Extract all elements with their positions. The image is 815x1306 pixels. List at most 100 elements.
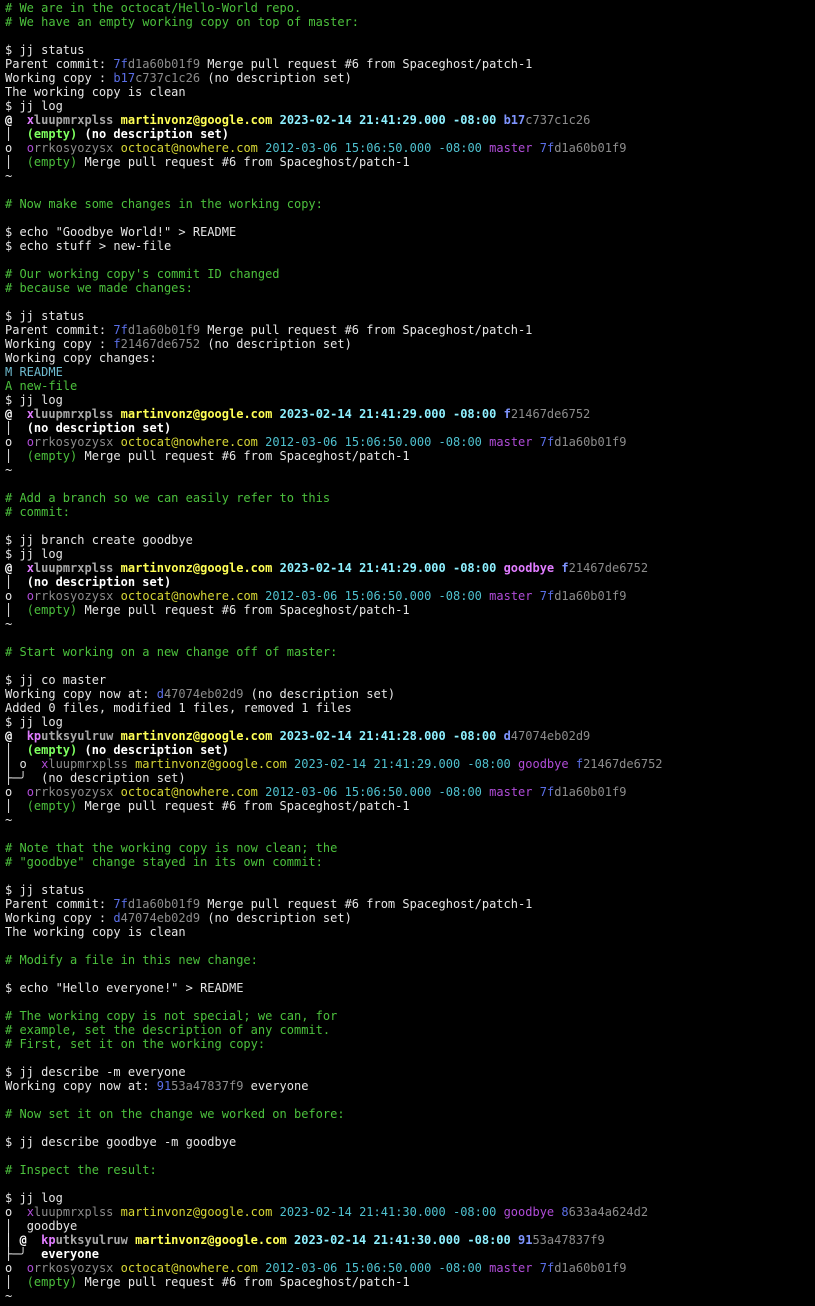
text-segment: $ jj status — [5, 43, 85, 57]
text-segment: # We are in the octocat/Hello-World repo… — [5, 1, 302, 15]
text-segment: o — [5, 1205, 27, 1219]
text-segment: $ echo stuff > new-file — [5, 239, 172, 253]
text-segment: $ jj status — [5, 883, 85, 897]
text-segment: ├─╯ — [5, 771, 42, 785]
text-segment — [533, 435, 540, 449]
text-segment: 21467de6752 — [120, 337, 201, 351]
terminal-line: ├─╯ (no description set) — [5, 771, 815, 785]
terminal-line: ~ — [5, 463, 815, 477]
text-segment: 2023-02-14 21:41:28.000 -08:00 — [279, 729, 497, 743]
terminal-line: @ xluupmrxplss martinvonz@google.com 202… — [5, 407, 815, 421]
text-segment: 2012-03-06 15:06:50.000 -08:00 — [265, 141, 482, 155]
text-segment: rrkosyozysx — [33, 435, 114, 449]
text-segment: 2023-02-14 21:41:29.000 -08:00 — [279, 561, 497, 575]
terminal-line: # Our working copy's commit ID changed — [5, 267, 815, 281]
text-segment: Working copy : — [5, 337, 114, 351]
text-segment: master — [489, 785, 533, 799]
text-segment: o — [26, 589, 34, 603]
text-segment: 7f — [539, 785, 555, 799]
text-segment — [113, 1261, 120, 1275]
text-segment: $ jj log — [5, 1191, 63, 1205]
text-segment: martinvonz@google.com — [120, 729, 273, 743]
text-segment: 7f — [539, 141, 555, 155]
text-segment: 7f — [539, 1261, 555, 1275]
terminal-line: # commit: — [5, 505, 815, 519]
text-segment: rrkosyozysx — [33, 589, 114, 603]
text-segment: 2023-02-14 21:41:30.000 -08:00 — [279, 1205, 497, 1219]
terminal-line: $ jj describe goodbye -m goodbye — [5, 1135, 815, 1149]
text-segment: # Start working on a new change off of m… — [5, 645, 338, 659]
text-segment: x — [26, 113, 34, 127]
text-segment: $ jj status — [5, 309, 85, 323]
terminal-line: # Now make some changes in the working c… — [5, 197, 815, 211]
terminal-line: │ @ kputksyulruw martinvonz@google.com 2… — [5, 1233, 815, 1247]
terminal-line: # Note that the working copy is now clea… — [5, 841, 815, 855]
terminal-line: $ jj log — [5, 99, 815, 113]
text-segment: @ — [5, 113, 27, 127]
text-segment: rrkosyozysx — [33, 785, 114, 799]
text-segment: 21467de6752 — [583, 757, 663, 771]
text-segment: goodbye — [503, 1205, 555, 1219]
terminal-line: ~ — [5, 169, 815, 183]
text-segment — [272, 729, 279, 743]
text-segment: $ echo "Goodbye World!" > README — [5, 225, 237, 239]
text-segment: Merge pull request #6 from Spaceghost/pa… — [77, 1275, 410, 1289]
text-segment: # Now set it on the change we worked on … — [5, 1107, 345, 1121]
text-segment: (empty) — [26, 799, 78, 813]
text-segment: @ — [5, 407, 27, 421]
terminal-line: $ jj log — [5, 715, 815, 729]
text-segment — [496, 729, 503, 743]
text-segment — [272, 113, 279, 127]
text-segment: Merge pull request #6 from Spaceghost/pa… — [77, 449, 410, 463]
text-segment: ~ — [5, 813, 13, 827]
text-segment: d — [156, 687, 164, 701]
text-segment — [113, 435, 120, 449]
terminal-line: # example, set the description of any co… — [5, 1023, 815, 1037]
text-segment — [113, 407, 120, 421]
text-segment: master — [489, 435, 533, 449]
text-segment: 7f — [113, 897, 128, 911]
terminal-line: A new-file — [5, 379, 815, 393]
text-segment: $ jj log — [5, 547, 63, 561]
terminal-line: Parent commit: 7fd1a60b01f9 Merge pull r… — [5, 57, 815, 71]
text-segment: octocat@nowhere.com — [120, 589, 258, 603]
terminal-line: @ xluupmrxplss martinvonz@google.com 202… — [5, 561, 815, 575]
text-segment: (empty) — [26, 449, 78, 463]
text-segment: d1a60b01f9 — [554, 589, 627, 603]
text-segment: # commit: — [5, 505, 71, 519]
terminal-line: # The working copy is not special; we ca… — [5, 1009, 815, 1023]
text-segment: utksyulruw — [41, 729, 114, 743]
text-segment: M README — [5, 365, 63, 379]
text-segment: d1a60b01f9 — [554, 785, 627, 799]
terminal-line: # Now set it on the change we worked on … — [5, 1107, 815, 1121]
text-segment: (no description set) — [200, 337, 352, 351]
text-segment: rrkosyozysx — [33, 141, 114, 155]
terminal-line: $ jj status — [5, 309, 815, 323]
text-segment: Parent commit: — [5, 57, 114, 71]
terminal-line: o orrkosyozysx octocat@nowhere.com 2012-… — [5, 435, 815, 449]
terminal-output: # We are in the octocat/Hello-World repo… — [0, 0, 815, 1303]
terminal-line: │ (empty) (no description set) — [5, 127, 815, 141]
text-segment: Merge pull request #6 from Spaceghost/pa… — [200, 57, 533, 71]
text-segment: (no description set) — [41, 771, 186, 785]
text-segment — [128, 757, 135, 771]
text-segment — [113, 785, 120, 799]
terminal-line: o orrkosyozysx octocat@nowhere.com 2012-… — [5, 785, 815, 799]
text-segment: goodbye — [518, 757, 569, 771]
text-segment: Merge pull request #6 from Spaceghost/pa… — [77, 155, 410, 169]
text-segment: 47074eb02d9 — [510, 729, 591, 743]
terminal-line: # We are in the octocat/Hello-World repo… — [5, 1, 815, 15]
text-segment: x — [26, 407, 34, 421]
text-segment: 2023-02-14 21:41:30.000 -08:00 — [294, 1233, 511, 1247]
text-segment: # Add a branch so we can easily refer to… — [5, 491, 331, 505]
text-segment: o — [5, 435, 27, 449]
terminal-line: # "goodbye" change stayed in its own com… — [5, 855, 815, 869]
terminal-line: Working copy changes: — [5, 351, 815, 365]
text-segment: 7f — [113, 57, 128, 71]
